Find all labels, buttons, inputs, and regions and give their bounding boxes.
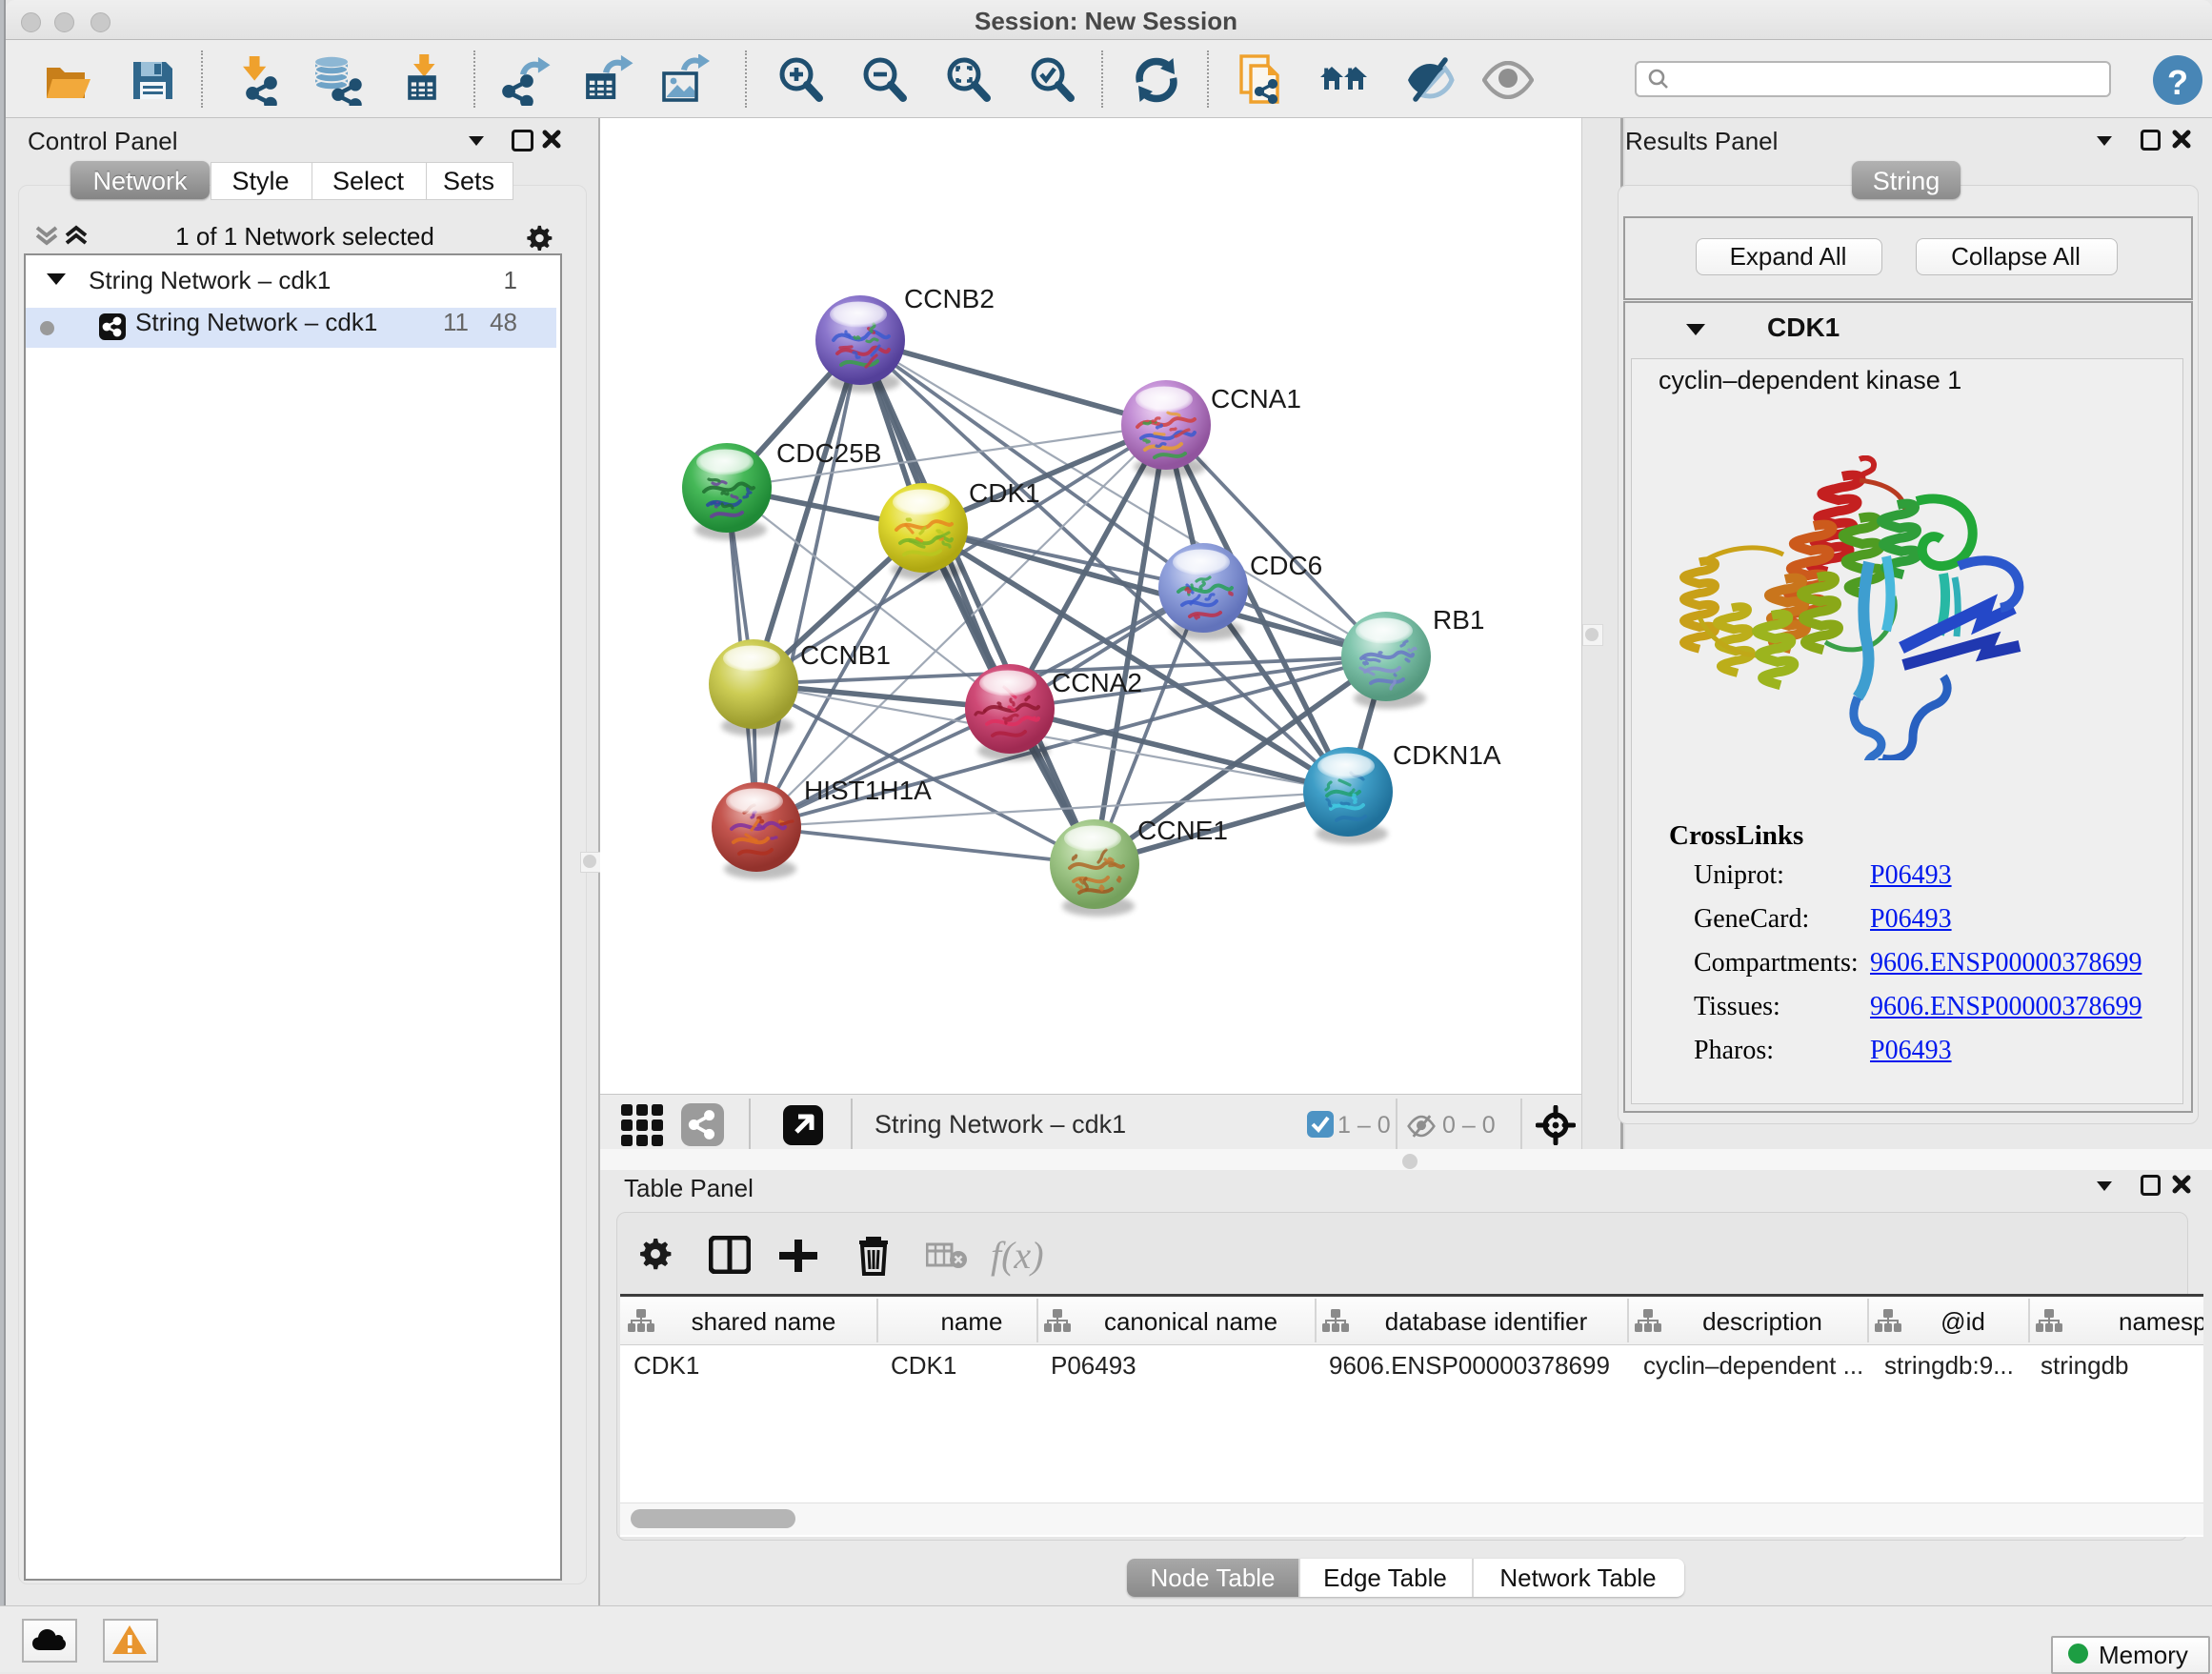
svg-text:CCNB1: CCNB1 <box>800 640 891 670</box>
svg-text:CCNB2: CCNB2 <box>904 284 995 313</box>
svg-text:HIST1H1A: HIST1H1A <box>804 776 932 805</box>
svg-text:CDC25B: CDC25B <box>776 438 881 468</box>
svg-text:RB1: RB1 <box>1433 605 1484 635</box>
svg-text:CCNA2: CCNA2 <box>1052 668 1142 697</box>
svg-text:CDC6: CDC6 <box>1250 551 1322 580</box>
svg-text:CDKN1A: CDKN1A <box>1393 740 1501 770</box>
svg-text:CDK1: CDK1 <box>969 478 1040 508</box>
svg-text:CCNA1: CCNA1 <box>1211 384 1301 413</box>
svg-text:CCNE1: CCNE1 <box>1137 816 1228 845</box>
